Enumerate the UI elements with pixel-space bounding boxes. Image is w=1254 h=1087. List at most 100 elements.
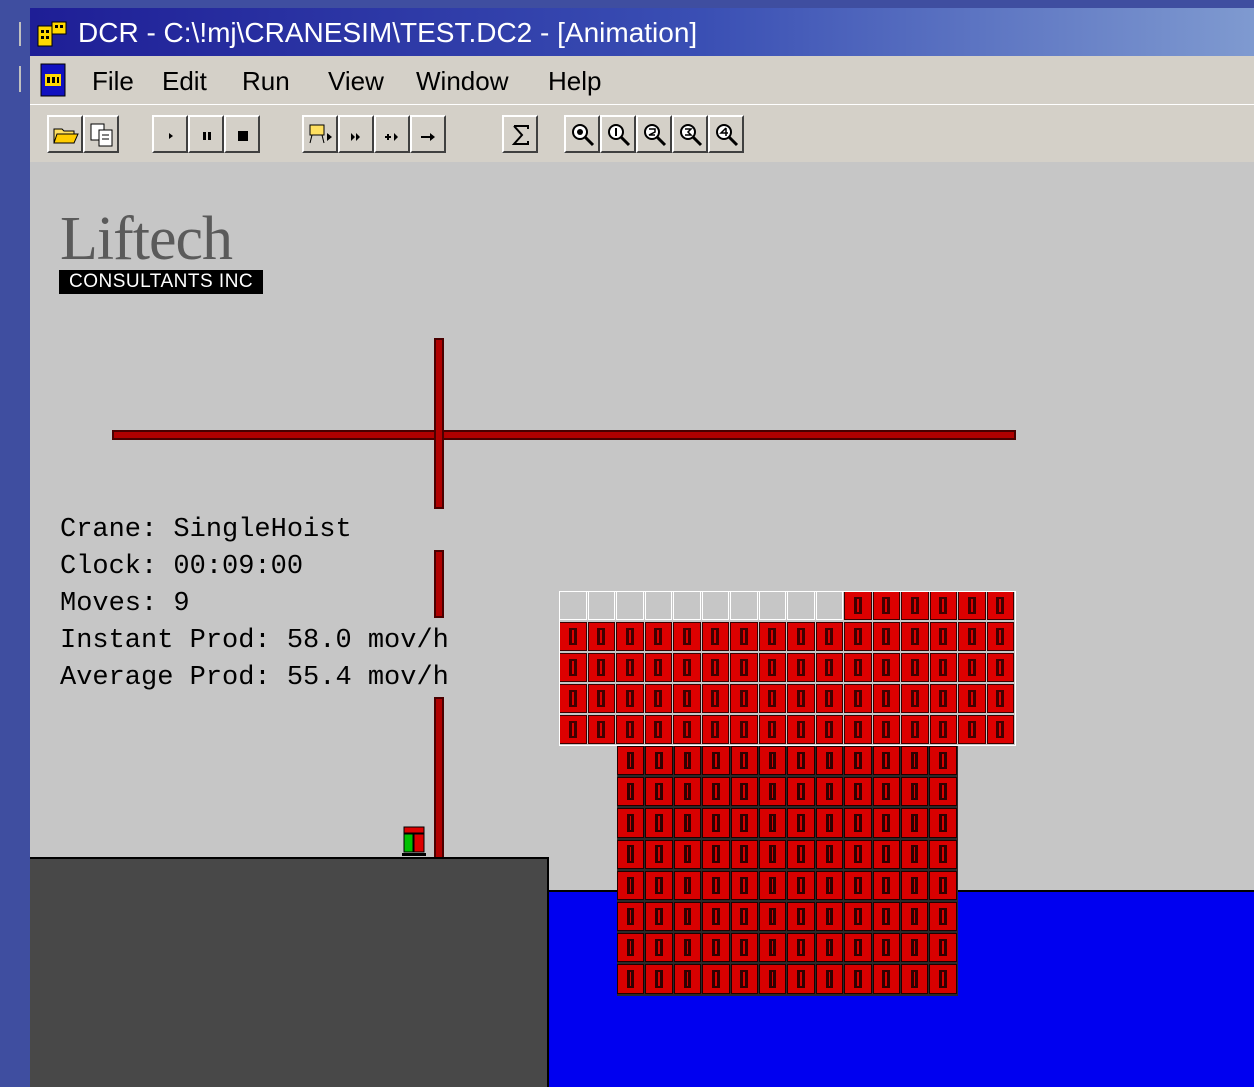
hold-container xyxy=(844,746,872,776)
hold-container xyxy=(787,808,815,838)
hold-container xyxy=(787,839,815,869)
container xyxy=(986,622,1014,651)
crane-leg xyxy=(434,697,444,859)
run-to-icon xyxy=(309,124,332,144)
hold-container xyxy=(844,964,872,994)
container xyxy=(758,715,786,744)
hold-container xyxy=(787,933,815,963)
stop-button[interactable] xyxy=(224,115,260,153)
hold-container xyxy=(901,902,929,932)
container xyxy=(958,684,986,713)
container xyxy=(587,715,615,744)
container xyxy=(958,653,986,682)
hold-container xyxy=(702,777,730,807)
hold-container xyxy=(787,902,815,932)
empty-slot xyxy=(559,591,587,620)
hold-container xyxy=(645,839,673,869)
hold-container xyxy=(929,902,957,932)
container xyxy=(673,653,701,682)
container xyxy=(758,684,786,713)
hold-container xyxy=(872,746,900,776)
container xyxy=(730,653,758,682)
hold-container xyxy=(730,870,758,900)
container xyxy=(587,622,615,651)
hold-container xyxy=(702,964,730,994)
run-to-button[interactable] xyxy=(302,115,338,153)
stop-icon xyxy=(238,131,248,141)
zoom-4-button[interactable] xyxy=(708,115,744,153)
hold-container xyxy=(787,746,815,776)
menu-window[interactable]: Window xyxy=(412,64,512,99)
hold-container xyxy=(673,808,702,838)
zoom-3-icon xyxy=(680,124,703,147)
menu-run[interactable]: Run xyxy=(238,64,294,99)
container xyxy=(901,715,929,744)
hold-container xyxy=(815,777,844,807)
container xyxy=(929,653,957,682)
menu-file[interactable]: File xyxy=(88,64,138,99)
container xyxy=(758,653,786,682)
hold-container xyxy=(815,902,844,932)
document-icon[interactable] xyxy=(38,62,68,98)
container xyxy=(958,622,986,651)
zoom-button[interactable] xyxy=(564,115,600,153)
app-icon xyxy=(37,21,67,47)
copy-button[interactable] xyxy=(83,115,119,153)
empty-slot xyxy=(644,591,672,620)
hold-container xyxy=(872,839,900,869)
container xyxy=(958,715,986,744)
pause-button[interactable] xyxy=(188,115,224,153)
container xyxy=(701,653,729,682)
instant-prod-label: Instant Prod: 58.0 mov/h xyxy=(60,626,449,656)
hold-container xyxy=(617,902,645,932)
container xyxy=(872,622,900,651)
left-window-edge xyxy=(14,0,30,1087)
application-window: DCR - C:\!mj\CRANESIM\TEST.DC2 - [Animat… xyxy=(0,0,1254,1087)
title-bar[interactable]: DCR - C:\!mj\CRANESIM\TEST.DC2 - [Animat… xyxy=(30,8,1254,56)
container xyxy=(844,684,872,713)
zoom-1-button[interactable] xyxy=(600,115,636,153)
container xyxy=(929,715,957,744)
step-into-button[interactable] xyxy=(374,115,410,153)
hold-container xyxy=(617,870,645,900)
step-into-icon xyxy=(385,133,398,141)
menu-view[interactable]: View xyxy=(324,64,388,99)
hold-container xyxy=(815,964,844,994)
fast-forward-button[interactable] xyxy=(338,115,374,153)
hold-container xyxy=(844,870,872,900)
hold-container xyxy=(617,964,645,994)
zoom-1-icon xyxy=(608,124,631,147)
container xyxy=(815,684,843,713)
hold-container xyxy=(759,902,787,932)
container xyxy=(559,684,587,713)
zoom-3-button[interactable] xyxy=(672,115,708,153)
truck-icon xyxy=(402,826,426,856)
empty-slot xyxy=(758,591,786,620)
container xyxy=(701,715,729,744)
hold-container xyxy=(759,964,787,994)
animation-canvas[interactable]: Liftech CONSULTANTS INC Crane: SingleHoi… xyxy=(30,162,1254,1087)
hold-container xyxy=(673,902,702,932)
hold-container xyxy=(759,808,787,838)
container xyxy=(587,653,615,682)
container xyxy=(559,715,587,744)
open-button[interactable] xyxy=(47,115,83,153)
hold-container xyxy=(929,870,957,900)
zoom-2-button[interactable] xyxy=(636,115,672,153)
company-logo-subtitle: CONSULTANTS INC xyxy=(59,270,264,294)
container xyxy=(616,684,644,713)
hold-container xyxy=(730,746,758,776)
hold-container xyxy=(787,870,815,900)
container xyxy=(616,715,644,744)
menu-help[interactable]: Help xyxy=(544,64,605,99)
hold-container xyxy=(815,933,844,963)
hold-container xyxy=(901,808,929,838)
hold-container xyxy=(617,933,645,963)
menu-edit[interactable]: Edit xyxy=(158,64,211,99)
hold-container xyxy=(844,933,872,963)
summary-button[interactable] xyxy=(502,115,538,153)
step-button[interactable] xyxy=(410,115,446,153)
quay xyxy=(30,857,549,1087)
zoom-icon xyxy=(572,124,595,147)
play-button[interactable] xyxy=(152,115,188,153)
